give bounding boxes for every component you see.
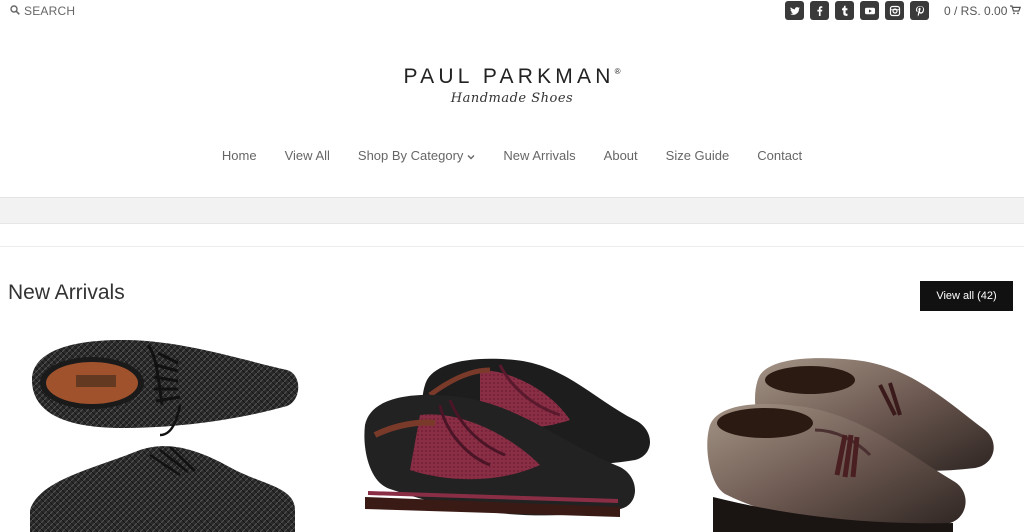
nav-shop-by-category[interactable]: Shop By Category	[358, 148, 476, 163]
brown-tassel-loafer-image	[707, 358, 994, 532]
cart-total: 0 / RS. 0.00	[944, 4, 1008, 18]
nav-size-guide-label: Size Guide	[665, 148, 730, 163]
site-logo[interactable]: PAUL PARKMAN® Handmade Shoes	[0, 65, 1024, 106]
nav-shop-by-category-label: Shop By Category	[357, 148, 464, 163]
social-links	[785, 1, 929, 20]
section-title: New Arrivals	[8, 281, 125, 304]
search-icon	[10, 4, 20, 18]
nav-about[interactable]: About	[604, 148, 638, 163]
chevron-down-icon	[467, 148, 475, 163]
burgundy-black-wingtip-derby-image	[364, 358, 650, 517]
pinterest-icon[interactable]	[910, 1, 929, 20]
search-label: SEARCH	[24, 4, 76, 18]
top-bar: SEARCH 0 / RS. 0.00	[0, 0, 1024, 24]
view-all-button[interactable]: View all (42)	[920, 281, 1013, 311]
product-card[interactable]	[20, 325, 310, 532]
cart-link[interactable]: 0 / RS. 0.00	[944, 4, 1022, 18]
cart-icon	[1010, 4, 1022, 18]
nav-view-all-label: View All	[284, 148, 330, 163]
main-nav: Home View All Shop By Category New Arriv…	[0, 148, 1024, 163]
brand-tagline: Handmade Shoes	[450, 91, 574, 106]
search-toggle[interactable]: SEARCH	[10, 4, 75, 18]
product-card[interactable]	[705, 325, 1005, 532]
nav-contact-label: Contact	[757, 148, 803, 163]
facebook-icon[interactable]	[810, 1, 829, 20]
product-card[interactable]	[360, 325, 660, 532]
black-woven-oxford-image	[30, 340, 299, 532]
instagram-icon[interactable]	[885, 1, 904, 20]
nav-about-label: About	[603, 148, 638, 163]
nav-size-guide[interactable]: Size Guide	[666, 148, 730, 163]
registered-mark: ®	[614, 67, 621, 76]
product-grid	[0, 325, 1024, 532]
nav-home-label: Home	[221, 148, 257, 163]
youtube-icon[interactable]	[860, 1, 879, 20]
nav-contact[interactable]: Contact	[757, 148, 802, 163]
nav-new-arrivals[interactable]: New Arrivals	[503, 148, 575, 163]
brand-text: PAUL PARKMAN	[403, 65, 615, 88]
nav-home[interactable]: Home	[222, 148, 257, 163]
tumblr-icon[interactable]	[835, 1, 854, 20]
nav-new-arrivals-label: New Arrivals	[503, 148, 576, 163]
twitter-icon[interactable]	[785, 1, 804, 20]
nav-view-all[interactable]: View All	[285, 148, 330, 163]
announcement-band	[0, 198, 1024, 224]
brand-name: PAUL PARKMAN®	[0, 65, 1024, 89]
section-divider	[0, 246, 1024, 247]
